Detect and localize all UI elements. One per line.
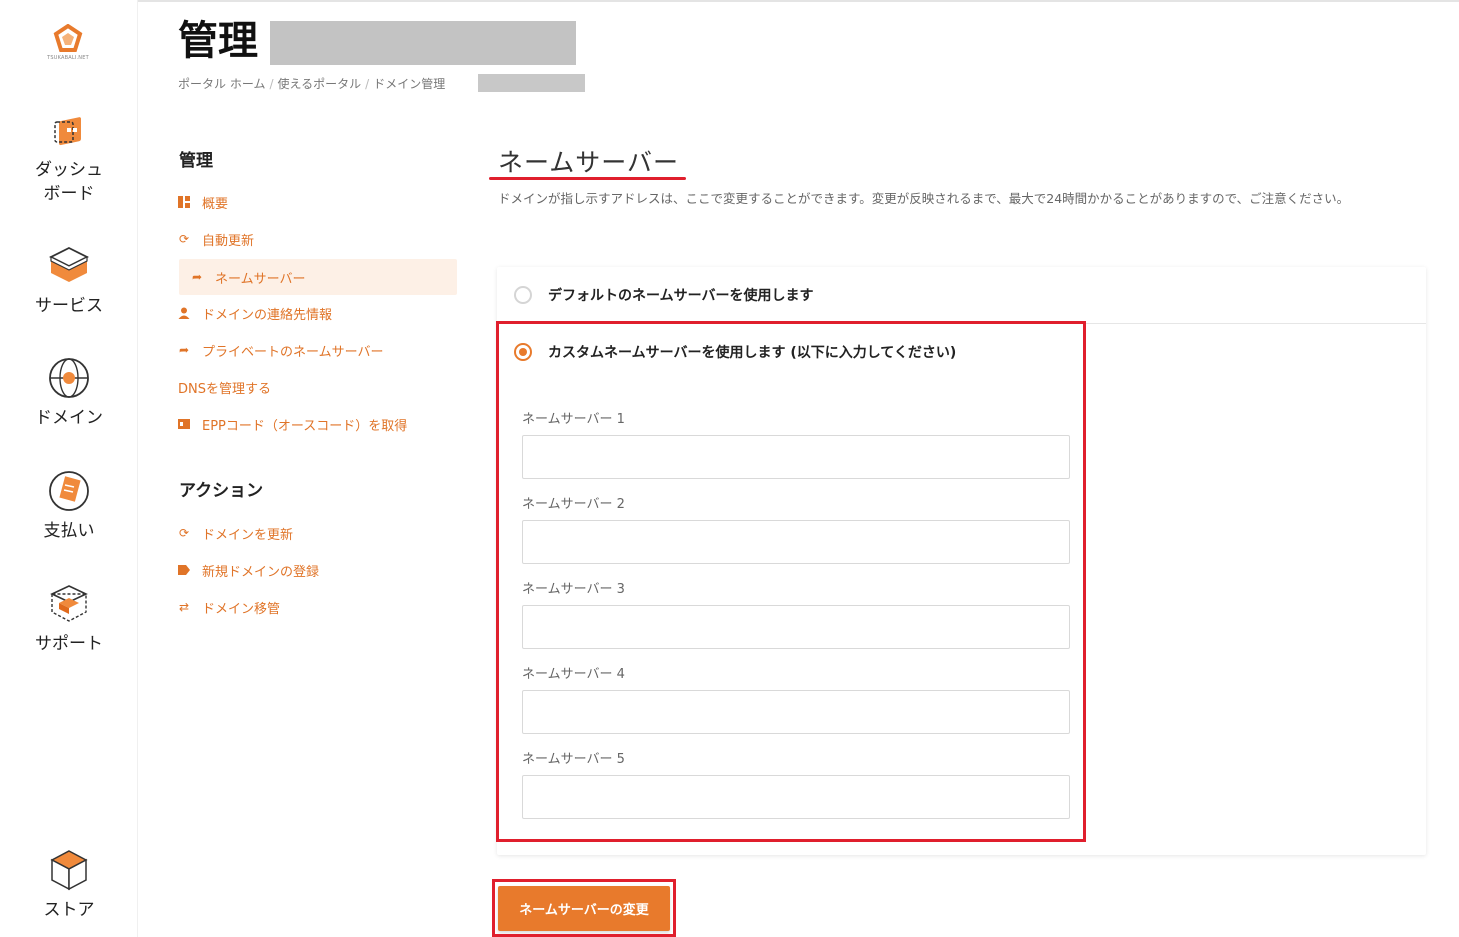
sidebar-item-label: ドメインの連絡先情報 xyxy=(202,307,333,323)
billing-icon xyxy=(49,471,89,511)
radio-custom-nameservers[interactable] xyxy=(514,343,532,361)
redacted-breadcrumb-domain xyxy=(478,74,585,92)
breadcrumb: ポータル ホーム / 使えるポータル / ドメイン管理 xyxy=(178,77,446,91)
rail-item-dashboard[interactable]: ダッシュ ボード xyxy=(0,108,138,206)
section-title-underline xyxy=(489,177,686,180)
sidebar-item-label: 新規ドメインの登録 xyxy=(202,564,320,580)
nameserver-4-input[interactable] xyxy=(522,690,1070,734)
site-logo[interactable]: TSUKABALI.NET xyxy=(42,24,94,70)
breadcrumb-domain-manage[interactable]: ドメイン管理 xyxy=(373,77,445,91)
rail-item-store[interactable]: ストア xyxy=(0,848,138,922)
sidebar-item-register-domain[interactable]: 新規ドメインの登録 xyxy=(178,555,319,585)
sidebar-item-label: ドメイン移管 xyxy=(202,601,281,617)
nameserver-4-label: ネームサーバー 4 xyxy=(522,667,625,682)
user-icon xyxy=(178,307,190,319)
rail-label-dashboard: ダッシュ ボード xyxy=(35,160,103,204)
sidebar-item-label: EPPコード（オースコード）を取得 xyxy=(202,418,408,434)
sidebar-item-epp-code[interactable]: EPPコード（オースコード）を取得 xyxy=(178,409,407,439)
support-box-icon xyxy=(50,585,88,622)
sidebar-item-nameservers[interactable]: ➦ ネームサーバー xyxy=(179,259,457,295)
sidebar-item-manage-dns[interactable]: DNSを管理する xyxy=(178,372,271,402)
sync-icon: ⟳ xyxy=(178,232,190,246)
nameserver-5-input[interactable] xyxy=(522,775,1070,819)
logo-text: TSUKABALI.NET xyxy=(47,55,89,61)
sidebar-item-label: ネームサーバー xyxy=(215,271,306,287)
change-nameservers-button[interactable]: ネームサーバーの変更 xyxy=(498,886,670,931)
actions-heading: アクション xyxy=(179,481,264,501)
card-icon xyxy=(178,418,190,430)
rail-item-billing[interactable]: 支払い xyxy=(0,469,138,543)
breadcrumb-home[interactable]: ポータル ホーム xyxy=(178,77,265,91)
sidebar-item-label: プライベートのネームサーバー xyxy=(202,344,384,360)
nameserver-2-input[interactable] xyxy=(522,520,1070,564)
nameserver-5-label: ネームサーバー 5 xyxy=(522,752,625,767)
tag-icon xyxy=(178,564,190,576)
rail-label-services: サービス xyxy=(35,296,103,316)
sync-icon: ⟳ xyxy=(178,526,190,540)
sidebar-item-private-nameservers[interactable]: ➦ プライベートのネームサーバー xyxy=(178,335,384,365)
sidebar-item-auto-renew[interactable]: ⟳ 自動更新 xyxy=(178,224,254,254)
nameserver-1-input[interactable] xyxy=(522,435,1070,479)
store-cube-icon xyxy=(50,850,88,891)
option-default-nameservers[interactable]: デフォルトのネームサーバーを使用します xyxy=(497,267,1426,324)
option-custom-nameservers[interactable]: カスタムネームサーバーを使用します (以下に入力してください) xyxy=(497,324,1426,380)
redacted-domain-title xyxy=(270,21,576,65)
services-box-icon xyxy=(48,246,90,282)
sidebar-item-label: 概要 xyxy=(202,196,229,212)
option-custom-label: カスタムネームサーバーを使用します (以下に入力してください) xyxy=(548,345,957,361)
nameserver-3-label: ネームサーバー 3 xyxy=(522,582,625,597)
radio-default-nameservers[interactable] xyxy=(514,286,532,304)
overview-icon xyxy=(178,196,190,208)
sidebar-item-contact-info[interactable]: ドメインの連絡先情報 xyxy=(178,298,332,328)
rail-label-support: サポート xyxy=(35,634,103,654)
rail-item-domains[interactable]: ドメイン xyxy=(0,356,138,430)
nameserver-2-label: ネームサーバー 2 xyxy=(522,497,625,512)
page-title: 管理 xyxy=(178,18,258,64)
sidebar-item-label: DNSを管理する xyxy=(178,381,271,397)
primary-rail: TSUKABALI.NET ダッシュ ボード サービス ドメイン 支払い サポー… xyxy=(0,0,138,937)
nameserver-3-input[interactable] xyxy=(522,605,1070,649)
logo-icon xyxy=(53,24,83,52)
share-arrow-icon: ➦ xyxy=(178,343,190,357)
rail-item-services[interactable]: サービス xyxy=(0,244,138,318)
sidebar-item-label: ドメインを更新 xyxy=(202,527,294,543)
top-border xyxy=(0,0,1459,2)
globe-icon xyxy=(49,358,89,398)
rail-label-store: ストア xyxy=(43,900,95,920)
share-arrow-icon: ➦ xyxy=(191,270,203,284)
sidebar-item-label: 自動更新 xyxy=(202,233,255,249)
rail-label-domains: ドメイン xyxy=(35,408,103,428)
option-default-label: デフォルトのネームサーバーを使用します xyxy=(548,288,814,304)
section-description: ドメインが指し示すアドレスは、ここで変更することができます。変更が反映されるまで… xyxy=(498,191,1350,206)
sidebar-item-renew-domain[interactable]: ⟳ ドメインを更新 xyxy=(178,518,293,548)
manage-heading: 管理 xyxy=(179,151,213,171)
dashboard-icon xyxy=(54,117,81,146)
rail-label-billing: 支払い xyxy=(43,521,95,541)
breadcrumb-portal[interactable]: 使えるポータル xyxy=(278,77,362,91)
sidebar-item-transfer-domain[interactable]: ⇄ ドメイン移管 xyxy=(178,592,280,622)
rail-item-support[interactable]: サポート xyxy=(0,582,138,656)
transfer-icon: ⇄ xyxy=(178,600,190,614)
nameserver-1-label: ネームサーバー 1 xyxy=(522,412,625,427)
sidebar-item-overview[interactable]: 概要 xyxy=(178,187,228,217)
section-title: ネームサーバー xyxy=(498,148,680,177)
